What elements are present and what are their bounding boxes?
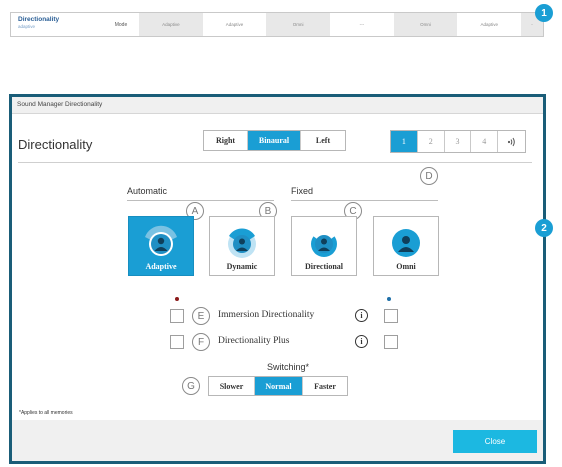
mode-label-omni: Omni — [396, 262, 416, 271]
strip-cell[interactable]: Adaptive — [457, 13, 521, 36]
immersion-right-checkbox[interactable] — [384, 309, 398, 323]
memory-tab-sound[interactable] — [498, 131, 525, 152]
dialog-body: Sound Manager Directionality Directional… — [12, 97, 543, 461]
memory-tab-1[interactable]: 1 — [391, 131, 418, 152]
directional-mode-icon — [311, 229, 337, 257]
dynamic-mode-icon — [228, 228, 256, 258]
mode-label-dynamic: Dynamic — [226, 262, 258, 271]
immersion-info-icon[interactable]: i — [355, 309, 368, 322]
callout-marker-d: D — [420, 167, 438, 185]
ear-option-right[interactable]: Right — [204, 131, 248, 150]
memory-selector: 1 2 3 4 — [390, 130, 526, 153]
switching-option-faster[interactable]: Faster — [303, 377, 347, 395]
callout-marker-e: E — [192, 307, 210, 325]
mode-card-dynamic[interactable]: Dynamic — [209, 216, 275, 276]
dialog-title-bar: Sound Manager Directionality — [12, 97, 543, 114]
plus-left-checkbox[interactable] — [170, 335, 184, 349]
left-ear-indicator-dot — [175, 297, 179, 301]
directionality-summary-strip: Directionality adaptive Mode Adaptive Ad… — [10, 12, 544, 37]
fixed-group-label: Fixed — [291, 186, 314, 196]
mode-label-directional: Directional — [304, 262, 344, 271]
automatic-group-line — [127, 200, 274, 201]
switching-selector: Slower Normal Faster — [208, 376, 348, 396]
directionality-plus-label: Directionality Plus — [218, 336, 290, 346]
ear-option-left[interactable]: Left — [301, 131, 345, 150]
right-ear-indicator-dot — [387, 297, 391, 301]
close-button[interactable]: Close — [453, 430, 537, 453]
ear-option-binaural[interactable]: Binaural — [248, 131, 301, 150]
sound-wave-icon — [507, 137, 515, 146]
mode-label-adaptive: Adaptive — [145, 262, 177, 271]
mode-card-adaptive[interactable]: Adaptive — [128, 216, 194, 276]
adaptive-mode-icon — [145, 225, 177, 256]
strip-cell[interactable]: Adaptive — [203, 13, 267, 36]
fixed-group-line — [291, 200, 438, 201]
directionality-dialog: Sound Manager Directionality Directional… — [9, 94, 546, 464]
switching-option-normal[interactable]: Normal — [255, 377, 303, 395]
memory-tab-4[interactable]: 4 — [471, 131, 499, 152]
mode-card-omni[interactable]: Omni — [373, 216, 439, 276]
mode-card-directional[interactable]: Directional — [291, 216, 357, 276]
dialog-footer: Close — [12, 420, 543, 461]
plus-right-checkbox[interactable] — [384, 335, 398, 349]
strip-cell[interactable]: --- — [330, 13, 394, 36]
applies-note: *Applies to all memories — [19, 410, 73, 416]
strip-title-block: Directionality adaptive — [11, 13, 103, 36]
callout-badge-1: 1 — [535, 4, 553, 22]
strip-cell[interactable]: Omni — [266, 13, 331, 36]
memory-tab-3[interactable]: 3 — [445, 131, 472, 152]
immersion-left-checkbox[interactable] — [170, 309, 184, 323]
strip-mode-label: Mode — [114, 21, 128, 28]
ear-selector: Right Binaural Left — [203, 130, 346, 151]
callout-badge-2: 2 — [535, 219, 553, 237]
switching-option-slower[interactable]: Slower — [209, 377, 255, 395]
switching-label: Switching* — [267, 362, 310, 372]
callout-marker-g: G — [182, 377, 200, 395]
memory-tab-2[interactable]: 2 — [418, 131, 445, 152]
callout-marker-f: F — [192, 333, 210, 351]
immersion-directionality-label: Immersion Directionality — [218, 310, 315, 320]
automatic-group-label: Automatic — [127, 186, 168, 196]
strip-subtitle: adaptive — [18, 24, 36, 29]
omni-mode-icon — [392, 229, 420, 257]
plus-info-icon[interactable]: i — [355, 335, 368, 348]
header-divider — [18, 162, 532, 163]
strip-cell[interactable]: Adaptive — [139, 13, 203, 36]
page-title: Directionality — [18, 137, 93, 152]
strip-title: Directionality — [18, 16, 60, 23]
strip-cell[interactable]: Omni — [393, 13, 458, 36]
